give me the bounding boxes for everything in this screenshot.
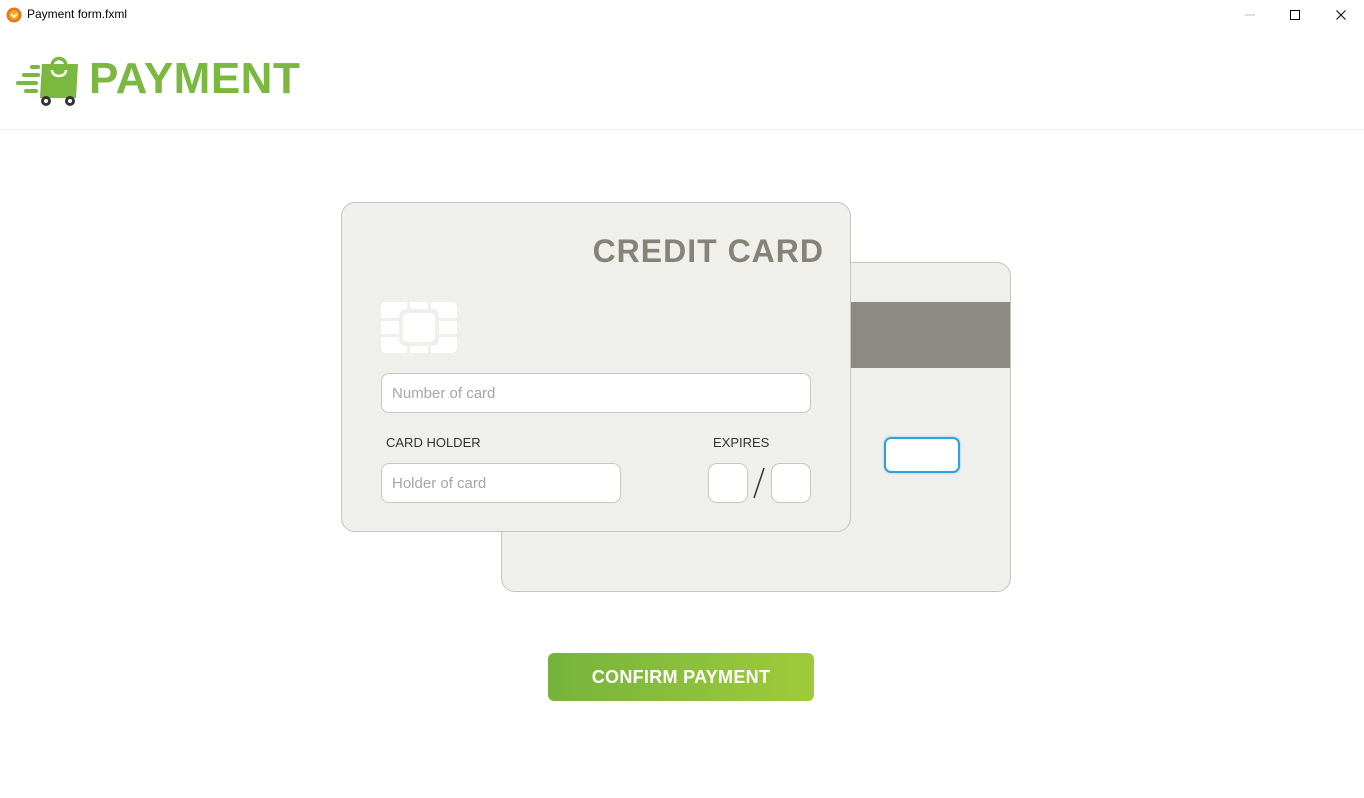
confirm-payment-button[interactable]: CONFIRM PAYMENT — [548, 653, 814, 701]
minimize-button[interactable] — [1227, 0, 1273, 30]
close-button[interactable] — [1318, 0, 1364, 30]
maximize-button[interactable] — [1272, 0, 1318, 30]
slash-separator-icon — [753, 467, 765, 499]
close-icon — [1336, 10, 1346, 20]
maximize-icon — [1290, 10, 1300, 20]
expiry-year-input[interactable] — [771, 463, 811, 503]
cvv-input[interactable] — [884, 437, 960, 473]
title-bar: Payment form.fxml — [0, 0, 1364, 30]
expires-label: EXPIRES — [713, 435, 770, 450]
payment-window: Payment form.fxml PAYMENT CREDIT CARD Nu… — [0, 0, 1364, 798]
card-holder-input[interactable] — [381, 463, 621, 503]
expiry-month-input[interactable] — [708, 463, 748, 503]
chip-icon — [381, 302, 457, 353]
logo-text: PAYMENT — [89, 54, 301, 103]
app-icon — [6, 7, 22, 23]
card-title: CREDIT CARD — [592, 233, 824, 269]
credit-card-front: CREDIT CARD CARD HOLDER EXPIRES — [341, 202, 851, 532]
window-title: Payment form.fxml — [27, 7, 128, 21]
app-header: PAYMENT — [0, 30, 1364, 130]
minimize-icon — [1245, 14, 1255, 16]
card-number-input[interactable] — [381, 373, 811, 413]
card-holder-label: CARD HOLDER — [386, 435, 481, 450]
shopping-bag-cart-icon — [16, 56, 78, 106]
